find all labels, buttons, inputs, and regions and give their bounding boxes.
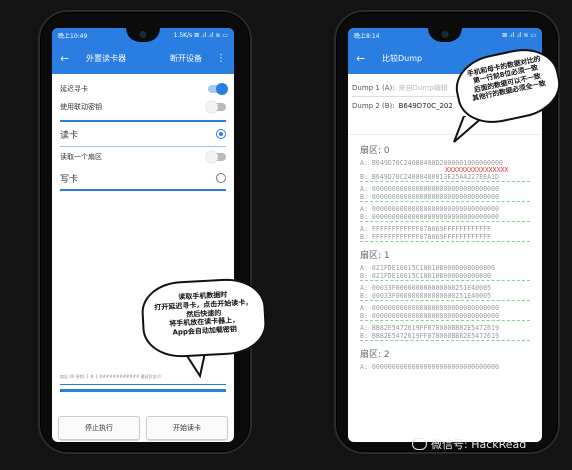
read-card-option[interactable]: 读卡 <box>52 122 234 146</box>
sector-block: 扇区: 0 A: B649D70C24080400D200000100000000… <box>360 143 530 242</box>
linked-key-label: 使用联动密钥 <box>60 103 102 111</box>
read-card-label: 读卡 <box>60 130 79 141</box>
dump1-label: Dump 1 (A): <box>352 84 395 92</box>
block-compare: A: 00033F000000000000000251E40005 B: 0003… <box>360 284 530 301</box>
dump-b-value: 00000000000000000000000000000000 <box>371 193 499 201</box>
dump-b-line: B: FFFFFFFFFFFF078069FFFFFFFFFFFF <box>360 233 530 242</box>
block-compare: A: 021FDE10015C10010B0000000000800 B: 021… <box>360 264 530 281</box>
dump-a-line: A: BB82E5472619FF078000BB82E5472619 <box>360 324 499 332</box>
back-arrow-icon[interactable]: ← <box>356 52 372 65</box>
dump-a-value: FFFFFFFFFFFF078069FFFFFFFFFFFF <box>371 225 492 233</box>
compare-list: 扇区: 0 A: B649D70C24080400D200000100000000… <box>348 134 542 442</box>
dump-a-value: 021FDE10015C10010B0000000000800 <box>371 264 495 272</box>
left-app-title: 外置读卡器 <box>86 53 126 63</box>
left-callout-bubble: 读取手机数据时 打开延迟寻卡，点击开始读卡， 然后快速的 将手机放在读卡器上， … <box>140 276 268 360</box>
divider <box>60 189 226 191</box>
block-compare: A: B649D70C24080400D2000001000000000 XXXX… <box>360 159 530 182</box>
dump-a-line: A: FFFFFFFFFFFF078069FFFFFFFFFFFF <box>360 225 492 233</box>
delay-scan-label: 延迟寻卡 <box>60 85 88 93</box>
sector-title: 扇区: 1 <box>360 251 390 261</box>
right-camera-icon <box>441 31 449 38</box>
write-card-label: 写卡 <box>60 174 79 185</box>
dump-b-value: BB82E5472619FF078000BB82E5472619 <box>371 332 499 340</box>
watermark: 微信号: HackRead <box>412 436 526 452</box>
dump-b-value: 021FDE10015C10010B000000000800 <box>371 272 492 280</box>
dump-a-value: 00000000000000000000000000000000 <box>371 363 499 371</box>
wechat-icon <box>412 438 427 450</box>
dump2-value[interactable]: B649D70C_202 <box>399 102 453 110</box>
write-card-radio[interactable] <box>216 173 226 183</box>
start-read-button[interactable]: 开始读卡 <box>146 416 228 440</box>
dump-a-line: A: 021FDE10015C10010B0000000000800 <box>360 264 495 272</box>
dump-b-line: B: B649D70C24080400013E25A4227EEA1D <box>360 173 530 182</box>
left-app-bar: ← 外置读卡器 断开设备 ⋮ <box>52 42 234 74</box>
dump-a-line: A: 00000000000000000000000000000000 <box>360 205 499 213</box>
dump-b-line: B: BB82E5472619FF078000BB82E5472619 <box>360 332 530 341</box>
dump-b-value: 00000000000000000000000000000000 <box>371 213 499 221</box>
dump-a-value: 00000000000000000000000000000000 <box>371 304 499 312</box>
read-sector-label: 读取一个扇区 <box>60 153 102 161</box>
dump-b-line: B: 00033F000000000000000251E40005 <box>360 292 530 301</box>
block-compare: A: FFFFFFFFFFFF078069FFFFFFFFFFFF B: FFFF… <box>360 225 530 242</box>
left-status-icons: 1.5K/s ⊠ .ıl .ıl ≋ ▭ <box>173 31 228 39</box>
watermark-text: 微信号: HackRead <box>431 438 527 451</box>
sector-block: 扇区: 1 A: 021FDE10015C10010B0000000000800 B… <box>360 248 530 341</box>
linked-key-row[interactable]: 使用联动密钥 <box>52 98 234 116</box>
sector-title: 扇区: 2 <box>360 350 390 360</box>
progress-bar <box>60 384 226 385</box>
dump-b-line: B: 00000000000000000000000000000000 <box>360 193 530 202</box>
dump-b-line: B: 00000000000000000000000000000000 <box>360 213 530 222</box>
progress-bar-thick <box>60 389 226 392</box>
back-arrow-icon[interactable]: ← <box>60 52 76 65</box>
block-compare: A: 00000000000000000000000000000000 B: 00… <box>360 185 530 202</box>
dump-a-value: BB82E5472619FF078000BB82E5472619 <box>371 324 499 332</box>
read-sector-row[interactable]: 读取一个扇区 <box>52 147 234 167</box>
dump-b-line: B: 021FDE10015C10010B000000000800 <box>360 272 530 281</box>
left-screen: 晚上10:49 1.5K/s ⊠ .ıl .ıl ≋ ▭ ← 外置读卡器 断开设… <box>52 28 234 442</box>
linked-key-toggle[interactable] <box>206 101 226 113</box>
dump-a-line: A: 00033F000000000000000251E40005 <box>360 284 492 292</box>
dump-a-value: 00000000000000000000000000000000 <box>371 185 499 193</box>
dump-a-value: 00000000000000000000000000000000 <box>371 205 499 213</box>
block-compare: A: 00000000000000000000000000000000 B: 00… <box>360 304 530 321</box>
dump-a-line: A: 00000000000000000000000000000000 <box>360 185 499 193</box>
dump1-value[interactable]: 来自Dump编辑 <box>399 83 448 93</box>
dump2-label: Dump 2 (B): <box>352 102 395 110</box>
left-phone-frame: 晚上10:49 1.5K/s ⊠ .ıl .ıl ≋ ▭ ← 外置读卡器 断开设… <box>38 10 252 454</box>
delay-scan-row[interactable]: 延迟寻卡 <box>52 80 234 98</box>
block-compare: A: BB82E5472619FF078000BB82E5472619 B: BB… <box>360 324 530 341</box>
left-camera-icon <box>139 31 147 38</box>
disconnect-device-button[interactable]: 断开设备 <box>170 53 202 64</box>
right-status-time: 晚上8:14 <box>354 32 380 40</box>
sector-block: 扇区: 2 A: 00000000000000000000000000000000 <box>360 347 530 371</box>
dump-a-line: A: 00000000000000000000000000000000 <box>360 363 499 371</box>
sectors-container: 扇区: 0 A: B649D70C24080400D200000100000000… <box>360 135 530 371</box>
more-menu-icon[interactable]: ⋮ <box>216 53 226 64</box>
dump-b-line: B: 00000000000000000000000000000000 <box>360 312 530 321</box>
block-compare: A: 00000000000000000000000000000000 B: 00… <box>360 205 530 222</box>
dump-a-line: A: 00000000000000000000000000000000 <box>360 304 499 312</box>
left-status-time: 晚上10:49 <box>58 32 88 40</box>
read-card-radio[interactable] <box>216 129 226 139</box>
write-card-option[interactable]: 写卡 <box>52 167 234 189</box>
dump-b-value: B649D70C24080400013E25A4227EEA1D <box>371 173 499 181</box>
dump-b-value: 00033F000000000000000251E40005 <box>371 292 492 300</box>
dump-b-value: 00000000000000000000000000000000 <box>371 312 499 320</box>
delay-scan-toggle[interactable] <box>208 83 228 95</box>
dump-a-value: 00033F000000000000000251E40005 <box>371 284 492 292</box>
right-status-icons: ⊠ .ıl .ıl ≋ ▭ <box>502 31 536 39</box>
sector-title: 扇区: 0 <box>360 146 390 156</box>
block-compare: A: 00000000000000000000000000000000 <box>360 363 530 371</box>
dump-b-value: FFFFFFFFFFFF078069FFFFFFFFFFFF <box>371 233 492 241</box>
read-sector-toggle[interactable] <box>206 151 226 163</box>
stop-execution-button[interactable]: 停止执行 <box>58 416 140 440</box>
